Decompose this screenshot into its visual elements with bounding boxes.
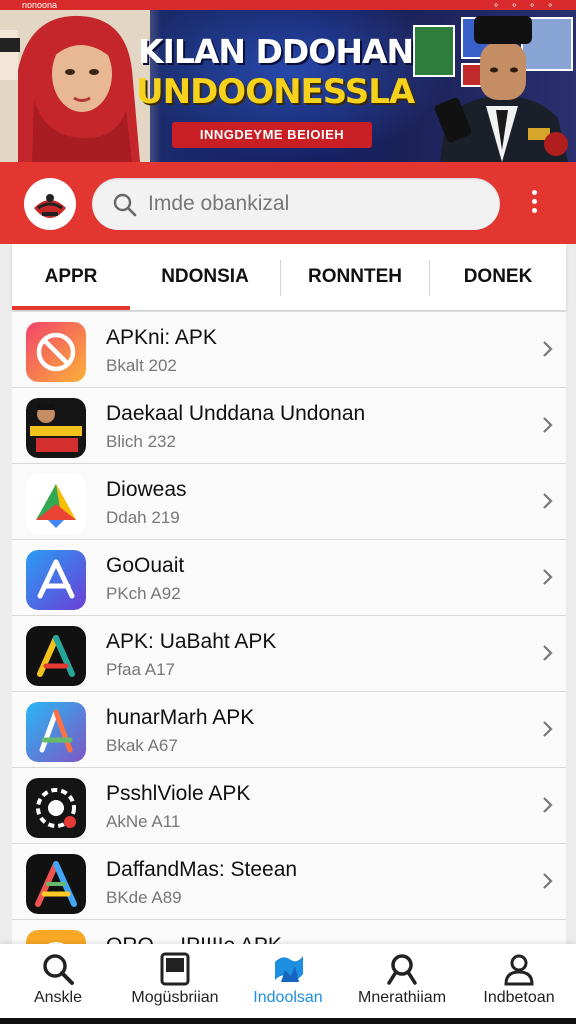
search-icon — [43, 954, 74, 985]
tablet-icon — [160, 952, 190, 986]
tab-ronnteh[interactable]: RONNTEH — [281, 244, 429, 310]
app-name: Daekaal Unddana Undonan — [106, 402, 366, 425]
banner-subtitle: INNGDEYME BEIOIEH — [172, 122, 372, 148]
tab-donek[interactable]: DONEK — [430, 244, 566, 310]
person-icon — [504, 954, 534, 986]
apk-badge-icon — [26, 398, 86, 458]
gear-icon — [26, 778, 86, 838]
app-meta: BKde A89 — [106, 888, 182, 907]
chevron-right-icon — [543, 569, 553, 585]
app-name: hunarMarh APK — [106, 706, 255, 729]
category-tabs: APPR NDONSIA RONNTEH DONEK — [12, 244, 566, 310]
eagle-logo-icon — [26, 180, 74, 228]
chevron-right-icon — [543, 721, 553, 737]
triangle-a-icon — [26, 626, 86, 686]
nav-label: Mogüsbriian — [131, 989, 219, 1006]
app-meta: Bkalt 202 — [106, 356, 177, 375]
status-bar-icons: ⚬ ⚬ ⚬ ⚬ — [492, 0, 558, 10]
magnifier-icon — [387, 954, 417, 985]
app-meta: Pfaa A17 — [106, 660, 176, 679]
chevron-right-icon — [543, 417, 553, 433]
app-name: GoOuait — [106, 554, 185, 577]
promo-banner[interactable]: KILAN DDOHAN UNDOONESSLA INNGDEYME BEIOI… — [0, 10, 576, 162]
status-bar-time: nonoona — [22, 0, 58, 10]
chevron-right-icon — [543, 797, 553, 813]
tab-appr[interactable]: APPR — [12, 244, 130, 310]
list-item[interactable]: GoOuait PKch A92 — [12, 540, 566, 616]
app-store-a-icon — [26, 550, 86, 610]
search-icon — [113, 193, 137, 217]
nav-item-indoolsan[interactable]: Indoolsan — [234, 944, 342, 1018]
list-item[interactable]: hunarMarh APK Bkak A67 — [12, 692, 566, 768]
no-entry-icon — [26, 322, 86, 382]
app-meta: Ddah 219 — [106, 508, 180, 527]
banner-title: KILAN DDOHAN — [138, 32, 414, 71]
nav-item-mnerathiiam[interactable]: Mnerathiiam — [342, 944, 462, 1018]
list-item[interactable]: APKni: APK Bkalt 202 — [12, 312, 566, 388]
drive-triangle-icon — [26, 474, 86, 534]
system-bar — [0, 1018, 576, 1024]
chevron-right-icon — [543, 493, 553, 509]
app-meta: PKch A92 — [106, 584, 181, 603]
nav-label: Anskle — [33, 989, 83, 1006]
nav-item-mogusbriian[interactable]: Mogüsbriian — [116, 944, 234, 1018]
app-name: Dioweas — [106, 478, 187, 501]
nav-item-anskle[interactable]: Anskle — [0, 944, 116, 1018]
more-options-icon[interactable] — [524, 186, 544, 222]
tab-ndonsia[interactable]: NDONSIA — [130, 244, 280, 310]
app-meta: Bkak A67 — [106, 736, 178, 755]
app-name: APK: UaBaht APK — [106, 630, 277, 653]
list-item[interactable]: Daekaal Unddana Undonan Blich 232 — [12, 388, 566, 464]
nav-item-indbetoan[interactable]: Indbetoan — [462, 944, 576, 1018]
app-meta: Blich 232 — [106, 432, 176, 451]
app-list: APKni: APK Bkalt 202 Daekaal Unddana Und… — [12, 312, 566, 952]
blue-a-icon — [26, 702, 86, 762]
search-input[interactable]: Imde obankizal — [148, 192, 289, 216]
list-item[interactable]: Dioweas Ddah 219 — [12, 464, 566, 540]
search-bar[interactable]: Imde obankizal — [92, 178, 500, 230]
list-item[interactable]: PsshlViole APK AkNe A11 — [12, 768, 566, 844]
app-header: Imde obankizal — [0, 162, 576, 244]
chevron-right-icon — [543, 341, 553, 357]
chevron-right-icon — [543, 645, 553, 661]
list-item[interactable]: DaffandMas: Steean BKde A89 — [12, 844, 566, 920]
app-name: DaffandMas: Steean — [106, 858, 298, 881]
rainbow-a-icon — [26, 854, 86, 914]
list-item[interactable]: APK: UaBaht APK Pfaa A17 — [12, 616, 566, 692]
indonesia-flag-icon — [275, 956, 303, 982]
officer-image — [434, 16, 568, 162]
app-name: APKni: APK — [106, 326, 217, 349]
app-meta: AkNe A11 — [106, 812, 181, 831]
nav-label: Indbetoan — [483, 989, 555, 1006]
app-name: PsshlViole APK — [106, 782, 251, 805]
status-bar: nonoona ⚬ ⚬ ⚬ ⚬ — [0, 0, 576, 10]
nav-label: Indoolsan — [253, 989, 323, 1006]
bottom-nav: Anskle Mogüsbriian Indoolsan Mnerathiiam — [0, 944, 576, 1018]
chevron-right-icon — [543, 873, 553, 889]
banner-title-highlight: UNDOONESSLA — [136, 72, 415, 112]
nav-label: Mnerathiiam — [357, 989, 447, 1006]
app-logo[interactable] — [24, 178, 76, 230]
app-screen: nonoona ⚬ ⚬ ⚬ ⚬ KILAN DDOHAN UNDOONESSLA… — [0, 0, 576, 1024]
woman-in-hijab-image — [0, 10, 150, 162]
